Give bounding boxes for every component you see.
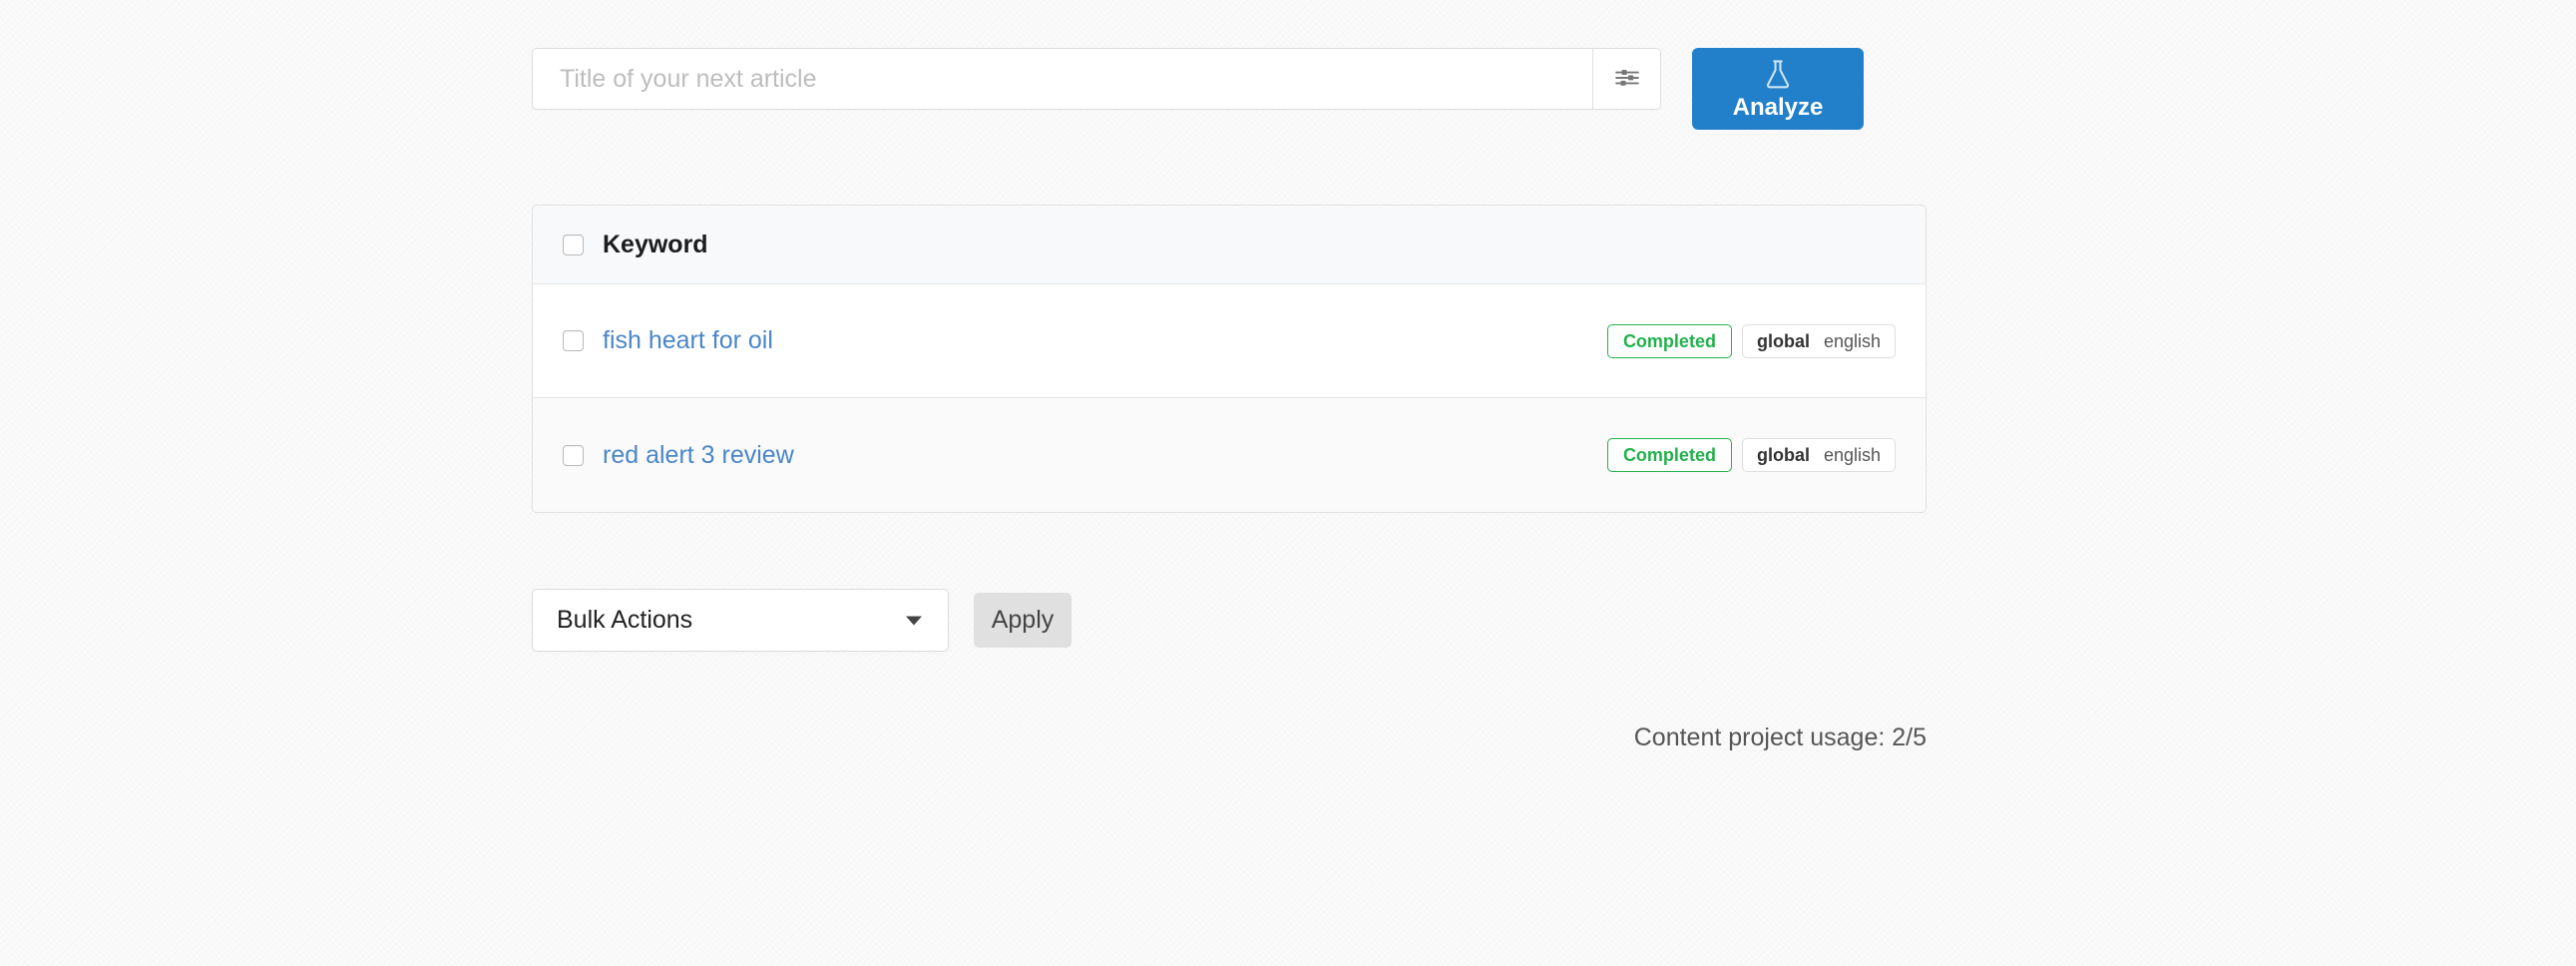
bulk-actions-row: Bulk Actions Apply [532, 589, 1072, 652]
bulk-actions-selected-label: Bulk Actions [557, 606, 693, 634]
search-toolbar: Analyze [532, 48, 1864, 130]
locale-language: english [1823, 330, 1881, 351]
locale-language: english [1823, 445, 1881, 465]
select-all-checkbox[interactable] [563, 234, 584, 255]
analyze-button[interactable]: Analyze [1692, 48, 1864, 130]
row-badges: Completed global english [1606, 323, 1896, 358]
row-badges: Completed global english [1606, 438, 1896, 472]
page-root: Analyze Keyword fish heart for oil Compl… [0, 0, 2576, 966]
keyword-table-card: Keyword fish heart for oil Completed glo… [532, 205, 1927, 513]
locale-region: global [1756, 330, 1810, 351]
keyword-table-header: Keyword [533, 206, 1926, 284]
keyword-link[interactable]: fish heart for oil [603, 326, 773, 355]
locale-badge: global english [1741, 438, 1896, 472]
column-header-keyword: Keyword [603, 230, 708, 258]
flask-icon [1763, 59, 1793, 94]
locale-region: global [1756, 445, 1810, 465]
settings-sliders-button[interactable] [1592, 49, 1660, 109]
status-badge: Completed [1606, 438, 1732, 472]
row-select-checkbox[interactable] [563, 444, 584, 466]
title-input-group [532, 48, 1661, 110]
keyword-link[interactable]: red alert 3 review [603, 441, 794, 470]
content-project-usage: Content project usage: 2/5 [1633, 724, 1927, 751]
analyze-button-label: Analyze [1732, 93, 1824, 121]
chevron-down-icon [906, 616, 922, 625]
sliders-icon [1614, 65, 1640, 94]
bulk-actions-select[interactable]: Bulk Actions [532, 589, 949, 652]
table-row: fish heart for oil Completed global engl… [533, 284, 1926, 398]
status-badge: Completed [1606, 323, 1732, 358]
table-row: red alert 3 review Completed global engl… [533, 398, 1926, 512]
locale-badge: global english [1741, 323, 1896, 358]
search-input[interactable] [533, 49, 1592, 109]
apply-button[interactable]: Apply [974, 593, 1072, 648]
row-select-checkbox[interactable] [563, 330, 584, 351]
